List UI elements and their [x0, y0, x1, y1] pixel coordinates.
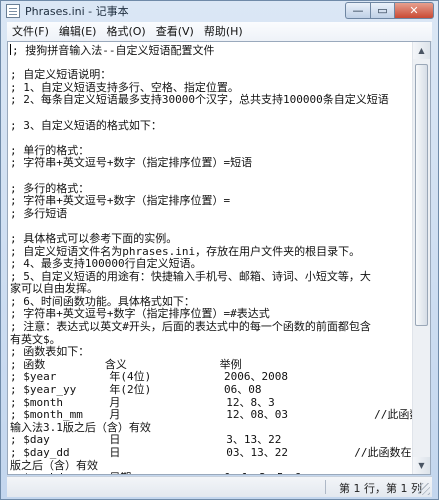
text-line — [10, 107, 414, 120]
scroll-up-icon[interactable]: ▲ — [413, 42, 430, 59]
menu-file[interactable]: 文件(F) — [7, 22, 54, 41]
maximize-button[interactable]: ▭ — [370, 2, 394, 19]
text-line — [10, 170, 414, 183]
menu-edit[interactable]: 编辑(E) — [54, 22, 102, 41]
resize-grip-icon[interactable] — [418, 483, 430, 495]
status-divider — [325, 480, 326, 494]
notepad-icon — [6, 4, 20, 18]
text-line: ; 4、最多支持100000行自定义短语。 — [10, 257, 202, 271]
text-line: ; 搜狗拼音输入法--自定义短语配置文件 — [10, 44, 414, 57]
text-line: ; 具体格式可以参考下面的实例。 — [10, 231, 178, 245]
text-line: ; 2、每条自定义短语最多支持30000个汉字，总共支持100000条自定义短语 — [10, 93, 389, 107]
text-line: ; 字符串+英文逗号+数字（指定排序位置）= — [10, 194, 231, 208]
text-line: ; $weekday 星期 0、1、2、5、6 — [10, 472, 414, 474]
text-line: 家可以自由发挥。 — [10, 282, 98, 296]
window-title: Phrases.ini - 记事本 — [25, 5, 129, 18]
text-editor[interactable]: ; 搜狗拼音输入法--自定义短语配置文件; 自定义短语说明：; 1、自定义短语支… — [7, 41, 431, 475]
text-line: ; 3、自定义短语的格式如下： — [10, 118, 162, 132]
menu-format[interactable]: 格式(O) — [101, 22, 150, 41]
scroll-down-icon[interactable]: ▼ — [413, 457, 430, 474]
text-line-content: ; 搜狗拼音输入法--自定义短语配置文件 — [12, 44, 215, 57]
text-line: ; $month_mm 月 12、08、03 //此函数在 — [10, 408, 414, 422]
text-caret — [10, 44, 11, 55]
title-bar[interactable]: Phrases.ini - 记事本 — ▭ ✕ — [1, 1, 438, 21]
text-line: ; $day_dd 日 03、13、22 //此函数在输入法3.1 — [10, 446, 414, 459]
text-line: ; $year_yy 年(2位) 06、08 — [10, 383, 262, 397]
text-line: ; 函数表如下： — [10, 345, 90, 359]
window-controls: — ▭ ✕ — [345, 2, 434, 19]
text-line: ; 注意：表达式以英文#开头，后面的表达式中的每一个函数的前面都包含 — [10, 320, 371, 334]
menu-help[interactable]: 帮助(H) — [199, 22, 248, 41]
scroll-thumb[interactable] — [415, 64, 428, 326]
close-button[interactable]: ✕ — [394, 2, 434, 19]
minimize-button[interactable]: — — [345, 2, 370, 19]
text-line — [10, 132, 414, 145]
notepad-window: Phrases.ini - 记事本 — ▭ ✕ 文件(F) 编辑(E) 格式(O… — [0, 0, 439, 500]
cursor-position: 第 1 行，第 1 列 — [339, 482, 422, 495]
menu-bar: 文件(F) 编辑(E) 格式(O) 查看(V) 帮助(H) — [7, 22, 432, 42]
menu-view[interactable]: 查看(V) — [151, 22, 199, 41]
text-line: ; 自定义短语说明： — [10, 68, 112, 82]
vertical-scrollbar[interactable]: ▲ ▼ — [412, 42, 430, 474]
text-content[interactable]: ; 搜狗拼音输入法--自定义短语配置文件; 自定义短语说明：; 1、自定义短语支… — [8, 42, 414, 474]
text-line: ; 多行短语 — [10, 206, 68, 220]
status-bar: 第 1 行，第 1 列 — [7, 476, 432, 497]
text-line: ; 字符串+英文逗号+数字（指定排序位置）=短语 — [10, 156, 253, 170]
